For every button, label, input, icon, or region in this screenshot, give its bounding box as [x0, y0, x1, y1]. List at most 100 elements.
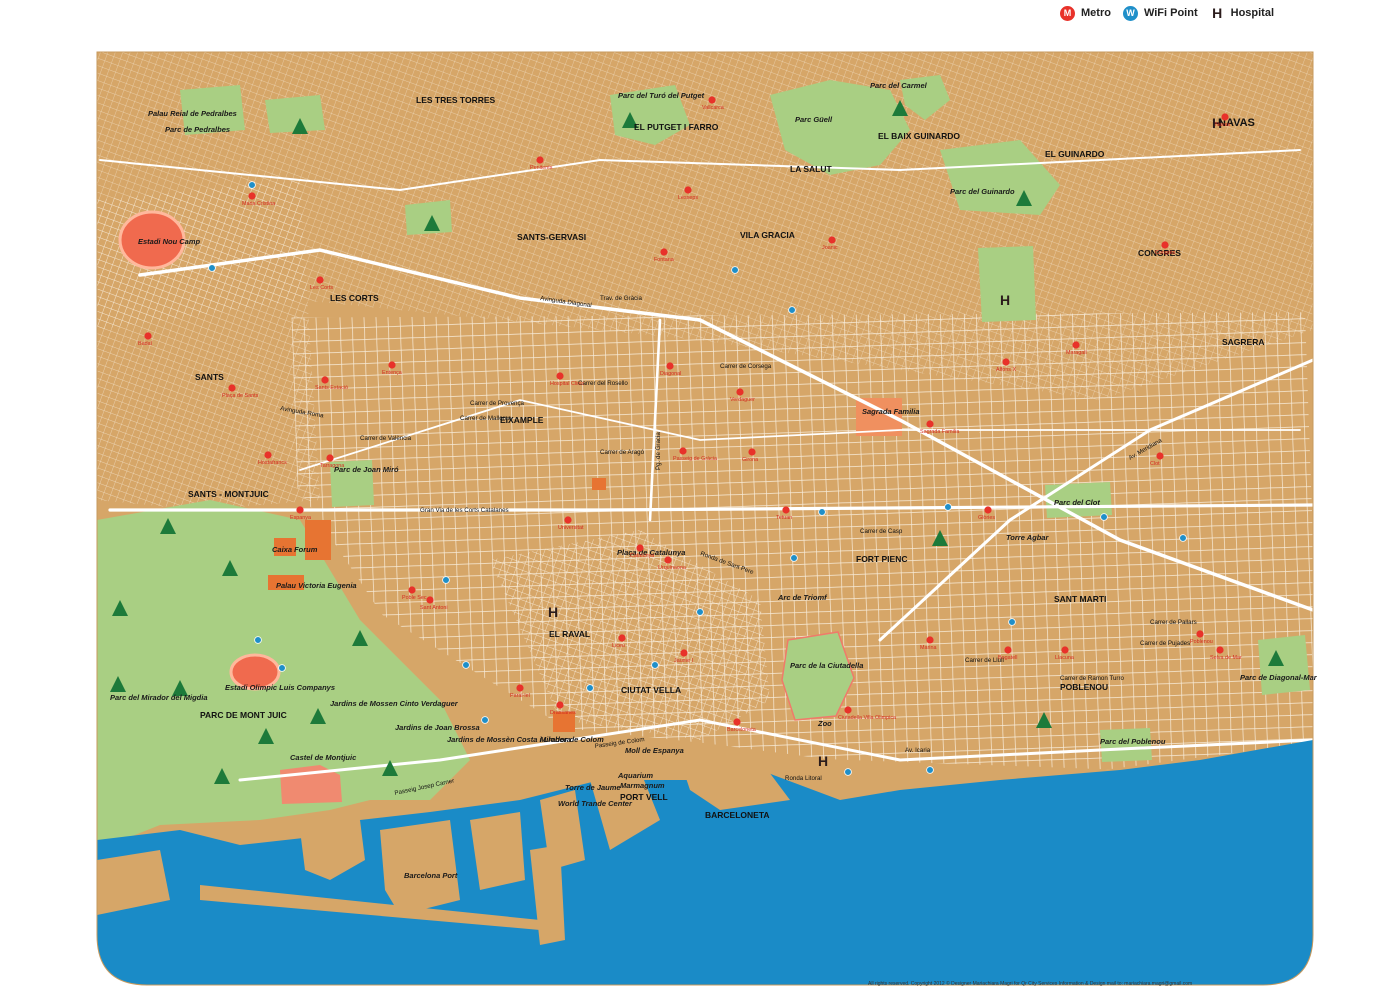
- wifi-point-marker[interactable]: [586, 684, 594, 692]
- metro-station-marker[interactable]: [926, 420, 934, 428]
- metro-station-marker[interactable]: [684, 186, 692, 194]
- wifi-point-marker[interactable]: [651, 661, 659, 669]
- metro-station-label: Vallcarca: [702, 105, 724, 111]
- wifi-point-marker[interactable]: [788, 306, 796, 314]
- wifi-point-marker[interactable]: [254, 636, 262, 644]
- district-label: FORT PIENC: [856, 554, 907, 564]
- metro-station-marker[interactable]: [1156, 452, 1164, 460]
- metro-station-marker[interactable]: [1004, 646, 1012, 654]
- district-label: POBLENOU: [1060, 682, 1108, 692]
- metro-station-marker[interactable]: [264, 451, 272, 459]
- metro-station-marker[interactable]: [1221, 113, 1229, 121]
- district-label: CIUTAT VELLA: [621, 685, 681, 695]
- metro-station-label: Catalunya: [630, 553, 654, 559]
- metro-station-marker[interactable]: [708, 96, 716, 104]
- place-label: Parc de Diagonal-Mar: [1240, 673, 1318, 682]
- metro-station-marker[interactable]: [564, 516, 572, 524]
- metro-station-marker[interactable]: [556, 701, 564, 709]
- metro-station-marker[interactable]: [828, 236, 836, 244]
- metro-station-marker[interactable]: [228, 384, 236, 392]
- place-label: Moll de Espanya: [625, 746, 684, 755]
- metro-station-marker[interactable]: [926, 636, 934, 644]
- wifi-point-marker[interactable]: [278, 664, 286, 672]
- district-label: LES TRES TORRES: [416, 95, 496, 105]
- street-label: Carrer de Provença: [470, 400, 525, 407]
- metro-station-label: Les Corts: [310, 285, 333, 291]
- metro-station-marker[interactable]: [316, 276, 324, 284]
- metro-station-marker[interactable]: [636, 544, 644, 552]
- wifi-point-marker[interactable]: [731, 266, 739, 274]
- wifi-point-marker[interactable]: [248, 181, 256, 189]
- wifi-point-marker[interactable]: [926, 766, 934, 774]
- wifi-point-marker[interactable]: [818, 508, 826, 516]
- metro-station-marker[interactable]: [1196, 630, 1204, 638]
- wifi-point-marker[interactable]: [481, 716, 489, 724]
- metro-station-marker[interactable]: [556, 372, 564, 380]
- wifi-point-marker[interactable]: [790, 554, 798, 562]
- metro-station-label: Drassanes: [550, 710, 576, 716]
- district-label: SAGRERA: [1222, 337, 1265, 347]
- metro-station-marker[interactable]: [664, 556, 672, 564]
- metro-station-marker[interactable]: [326, 454, 334, 462]
- wifi-point-marker[interactable]: [442, 576, 450, 584]
- place-label: Sagrada Familia: [862, 407, 920, 416]
- street-label: Carrer de Casp: [860, 528, 903, 535]
- district-label: LA SALUT: [790, 164, 833, 174]
- wifi-point-marker[interactable]: [462, 661, 470, 669]
- metro-station-marker[interactable]: [618, 634, 626, 642]
- fira-barcelona: [305, 520, 331, 560]
- metro-station-label: Maria Cristina: [242, 201, 275, 207]
- hospital-icon: H: [818, 753, 828, 769]
- metro-station-marker[interactable]: [984, 506, 992, 514]
- metro-station-marker[interactable]: [296, 506, 304, 514]
- metro-station-marker[interactable]: [736, 388, 744, 396]
- copyright-notice: All rights reserved. Copyright 2012 © De…: [868, 981, 1193, 987]
- city-map[interactable]: H H H H LES TRES TORRES EL PUTGET I FARR…: [0, 0, 1400, 990]
- metro-station-marker[interactable]: [679, 447, 687, 455]
- metro-station-marker[interactable]: [388, 361, 396, 369]
- street-label: Av. Icaria: [905, 747, 931, 754]
- street-label: Carrer de Mallorca: [460, 415, 512, 422]
- metro-station-marker[interactable]: [321, 376, 329, 384]
- metro-station-marker[interactable]: [1072, 341, 1080, 349]
- wifi-point-marker[interactable]: [1179, 534, 1187, 542]
- metro-station-marker[interactable]: [660, 248, 668, 256]
- metro-station-marker[interactable]: [748, 448, 756, 456]
- metro-station-marker[interactable]: [426, 596, 434, 604]
- wifi-point-marker[interactable]: [1008, 618, 1016, 626]
- place-label: Parc del Poblenou: [1100, 737, 1166, 746]
- district-label: SANTS-GERVASI: [517, 232, 586, 242]
- wifi-point-marker[interactable]: [844, 768, 852, 776]
- wifi-point-marker[interactable]: [944, 503, 952, 511]
- wifi-point-marker[interactable]: [1100, 513, 1108, 521]
- hospital-sant-pau-area: [978, 246, 1036, 322]
- district-label: EL GUINARDO: [1045, 149, 1105, 159]
- place-label: Palau Victoria Eugenia: [276, 581, 357, 590]
- metro-station-label: Marina: [920, 645, 936, 651]
- metro-station-label: Espanya: [290, 515, 311, 521]
- metro-station-label: Tetuan: [776, 515, 792, 521]
- metro-station-label: Sagrada Familia: [920, 429, 959, 435]
- metro-station-label: Maragall: [1066, 350, 1087, 356]
- place-label: World Trande Center: [558, 799, 633, 808]
- metro-station-marker[interactable]: [1002, 358, 1010, 366]
- street-label: Carrer de Pallars: [1150, 619, 1197, 626]
- metro-station-marker[interactable]: [536, 156, 544, 164]
- metro-station-marker[interactable]: [733, 718, 741, 726]
- metro-station-marker[interactable]: [1216, 646, 1224, 654]
- metro-station-marker[interactable]: [1061, 646, 1069, 654]
- wifi-point-marker[interactable]: [208, 264, 216, 272]
- metro-station-marker[interactable]: [408, 586, 416, 594]
- metro-station-marker[interactable]: [248, 192, 256, 200]
- metro-station-marker[interactable]: [680, 649, 688, 657]
- metro-station-marker[interactable]: [144, 332, 152, 340]
- metro-station-marker[interactable]: [844, 706, 852, 714]
- metro-station-marker[interactable]: [516, 684, 524, 692]
- metro-station-marker[interactable]: [1161, 241, 1169, 249]
- metro-station-marker[interactable]: [782, 506, 790, 514]
- wifi-point-marker[interactable]: [696, 608, 704, 616]
- metro-station-label: Congrés: [1155, 250, 1176, 256]
- metro-station-label: Liceu: [612, 643, 625, 649]
- parc-diagonal-mar-area: [1258, 635, 1310, 695]
- metro-station-marker[interactable]: [666, 362, 674, 370]
